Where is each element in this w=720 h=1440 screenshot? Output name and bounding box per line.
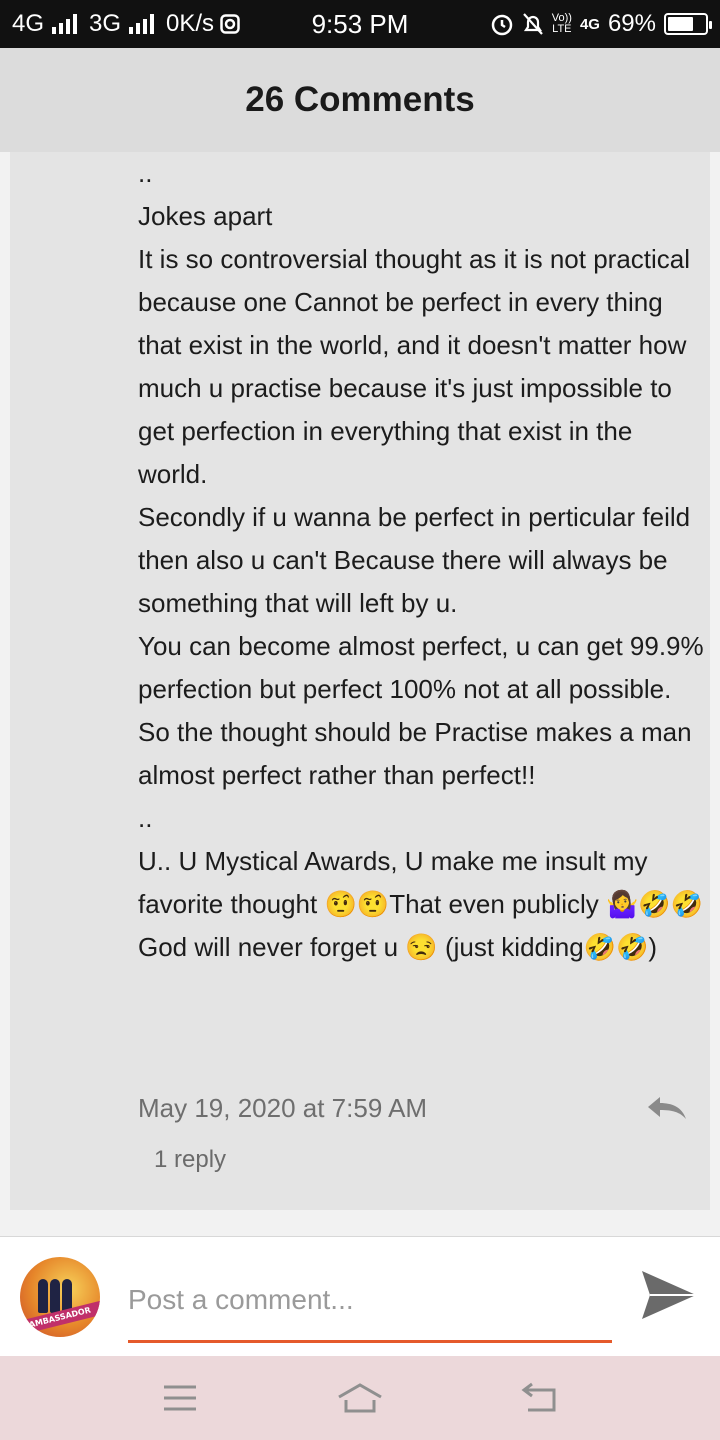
network-label-2: 3G xyxy=(89,10,122,37)
network-speed: 0K/s xyxy=(166,10,215,37)
comment-card: .. Jokes apart It is so controversial th… xyxy=(10,152,710,1210)
status-bar: 4G 3G 0K/s 9:53 PM Vo)) LTE 4G 69% xyxy=(0,0,720,48)
menu-icon xyxy=(164,1385,196,1411)
signal-icon xyxy=(52,14,78,34)
comment-line: .. xyxy=(138,158,153,188)
reply-icon[interactable] xyxy=(644,1093,688,1123)
signal-icon-2 xyxy=(129,14,155,34)
comment-input[interactable] xyxy=(128,1265,612,1335)
home-icon xyxy=(338,1383,382,1413)
comment-line: U.. U Mystical Awards, U make me insult … xyxy=(138,846,704,962)
network-label-3: 4G xyxy=(579,15,600,33)
next-comment-preview xyxy=(10,1210,710,1236)
network-label-1: 4G xyxy=(12,10,45,37)
home-button[interactable] xyxy=(330,1368,390,1428)
battery-percent: 69% xyxy=(607,10,656,37)
back-button[interactable] xyxy=(510,1368,570,1428)
comment-line: So the thought should be Practise makes … xyxy=(138,717,692,790)
comment-line: It is so controversial thought as it is … xyxy=(138,244,691,489)
instagram-icon xyxy=(220,14,240,34)
avatar-badge-text: AMBASSADOR xyxy=(20,1300,100,1336)
system-nav-bar xyxy=(0,1356,720,1440)
volte-indicator: Vo)) LTE xyxy=(551,12,572,35)
menu-button[interactable] xyxy=(150,1368,210,1428)
battery-icon xyxy=(664,13,712,35)
back-icon xyxy=(521,1382,556,1412)
comment-line: Secondly if u wanna be perfect in pertic… xyxy=(138,502,691,618)
comment-body: .. Jokes apart It is so controversial th… xyxy=(138,152,708,969)
avatar[interactable]: AMBASSADOR xyxy=(20,1257,100,1337)
send-icon[interactable] xyxy=(640,1267,698,1323)
page-title: 26 Comments xyxy=(245,80,475,119)
comment-line: Jokes apart xyxy=(138,201,273,231)
comment-meta: May 19, 2020 at 7:59 AM xyxy=(138,1090,688,1126)
comment-line: .. xyxy=(138,803,153,833)
comment-composer: AMBASSADOR xyxy=(0,1236,720,1356)
alarm-icon xyxy=(491,14,512,36)
comments-header: 26 Comments xyxy=(0,48,720,152)
comment-date: May 19, 2020 at 7:59 AM xyxy=(138,1092,428,1123)
battery-fill xyxy=(668,17,693,31)
comment-line: You can become almost perfect, u can get… xyxy=(138,631,704,704)
notifications-off-icon xyxy=(522,13,543,35)
replies-link[interactable]: 1 reply xyxy=(154,1146,226,1174)
comment-input-wrapper xyxy=(128,1265,612,1343)
